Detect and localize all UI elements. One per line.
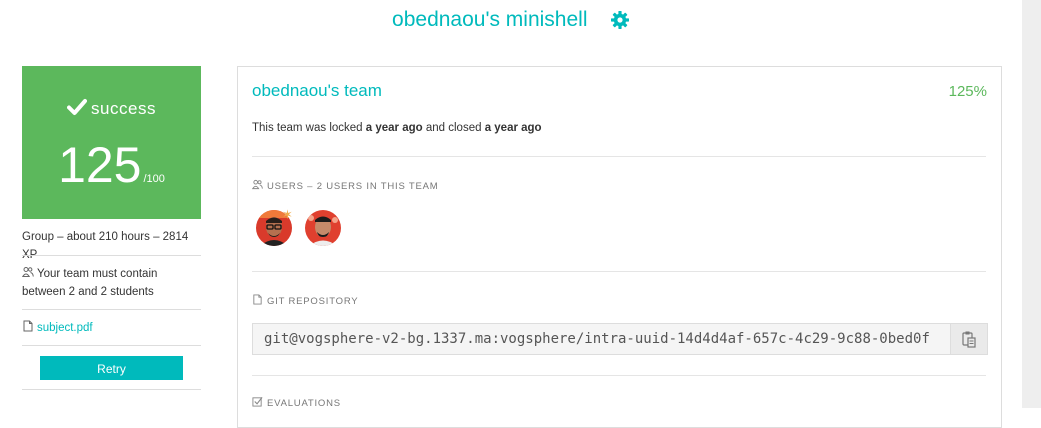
closed-when: a year ago [484, 122, 542, 134]
grade-status: success [22, 98, 201, 119]
lock-prefix: This team was locked [252, 122, 366, 134]
retry-button[interactable]: Retry [40, 356, 183, 380]
star-icon: ✶ [282, 207, 293, 222]
check-icon [67, 98, 88, 116]
file-icon [22, 320, 34, 332]
team-name[interactable]: obednaou's team [252, 81, 382, 101]
users-section-label: USERS – 2 USERS IN THIS TEAM [251, 179, 439, 192]
evaluations-section-label: EVALUATIONS [252, 396, 341, 409]
grade-score-max: /100 [143, 173, 165, 185]
subject-row: subject.pdf [22, 319, 201, 337]
locked-when: a year ago [365, 122, 423, 134]
git-repository-url[interactable]: git@vogsphere-v2-bg.1337.ma:vogsphere/in… [264, 324, 940, 354]
panel-divider [252, 156, 986, 157]
copy-button[interactable] [950, 324, 987, 354]
team-percentage: 125% [948, 83, 987, 100]
project-header: obednaou's minishell [0, 0, 1022, 40]
team-panel: obednaou's team 125% This team was locke… [237, 66, 1002, 428]
subject-link[interactable]: subject.pdf [37, 322, 93, 334]
sidebar-divider [22, 389, 201, 390]
users-icon [251, 179, 264, 191]
users-icon [21, 266, 34, 278]
project-info: Group – about 210 hours – 2814 XP [22, 231, 189, 261]
users-label: USERS – 2 USERS IN THIS TEAM [267, 181, 439, 192]
grade-score: 125/100 [22, 136, 201, 194]
panel-divider [252, 375, 986, 376]
sidebar-divider [22, 309, 201, 310]
grade-status-label: success [91, 99, 156, 118]
git-label: GIT REPOSITORY [267, 296, 359, 307]
checkbox-icon [252, 396, 264, 408]
clipboard-icon [961, 331, 977, 358]
sidebar-divider [22, 345, 201, 346]
git-repository-field[interactable]: git@vogsphere-v2-bg.1337.ma:vogsphere/in… [252, 323, 988, 355]
grade-score-value: 125 [58, 137, 142, 193]
panel-divider [252, 271, 986, 272]
team-rule: Your team must contain between 2 and 2 s… [21, 265, 201, 301]
sidebar-divider [22, 255, 201, 256]
file-icon [252, 294, 264, 306]
team-lock-status: This team was locked a year ago and clos… [252, 122, 542, 134]
git-section-label: GIT REPOSITORY [252, 294, 358, 307]
page-title: obednaou's minishell [392, 8, 588, 31]
team-rule-text: Your team must contain between 2 and 2 s… [22, 268, 158, 298]
avatar[interactable] [305, 210, 341, 246]
evaluations-label: EVALUATIONS [267, 398, 341, 409]
page-scroll-gutter [1022, 0, 1041, 408]
gear-icon[interactable] [610, 10, 630, 30]
grade-card: success 125/100 [22, 66, 201, 219]
lock-middle: and closed [422, 122, 485, 134]
